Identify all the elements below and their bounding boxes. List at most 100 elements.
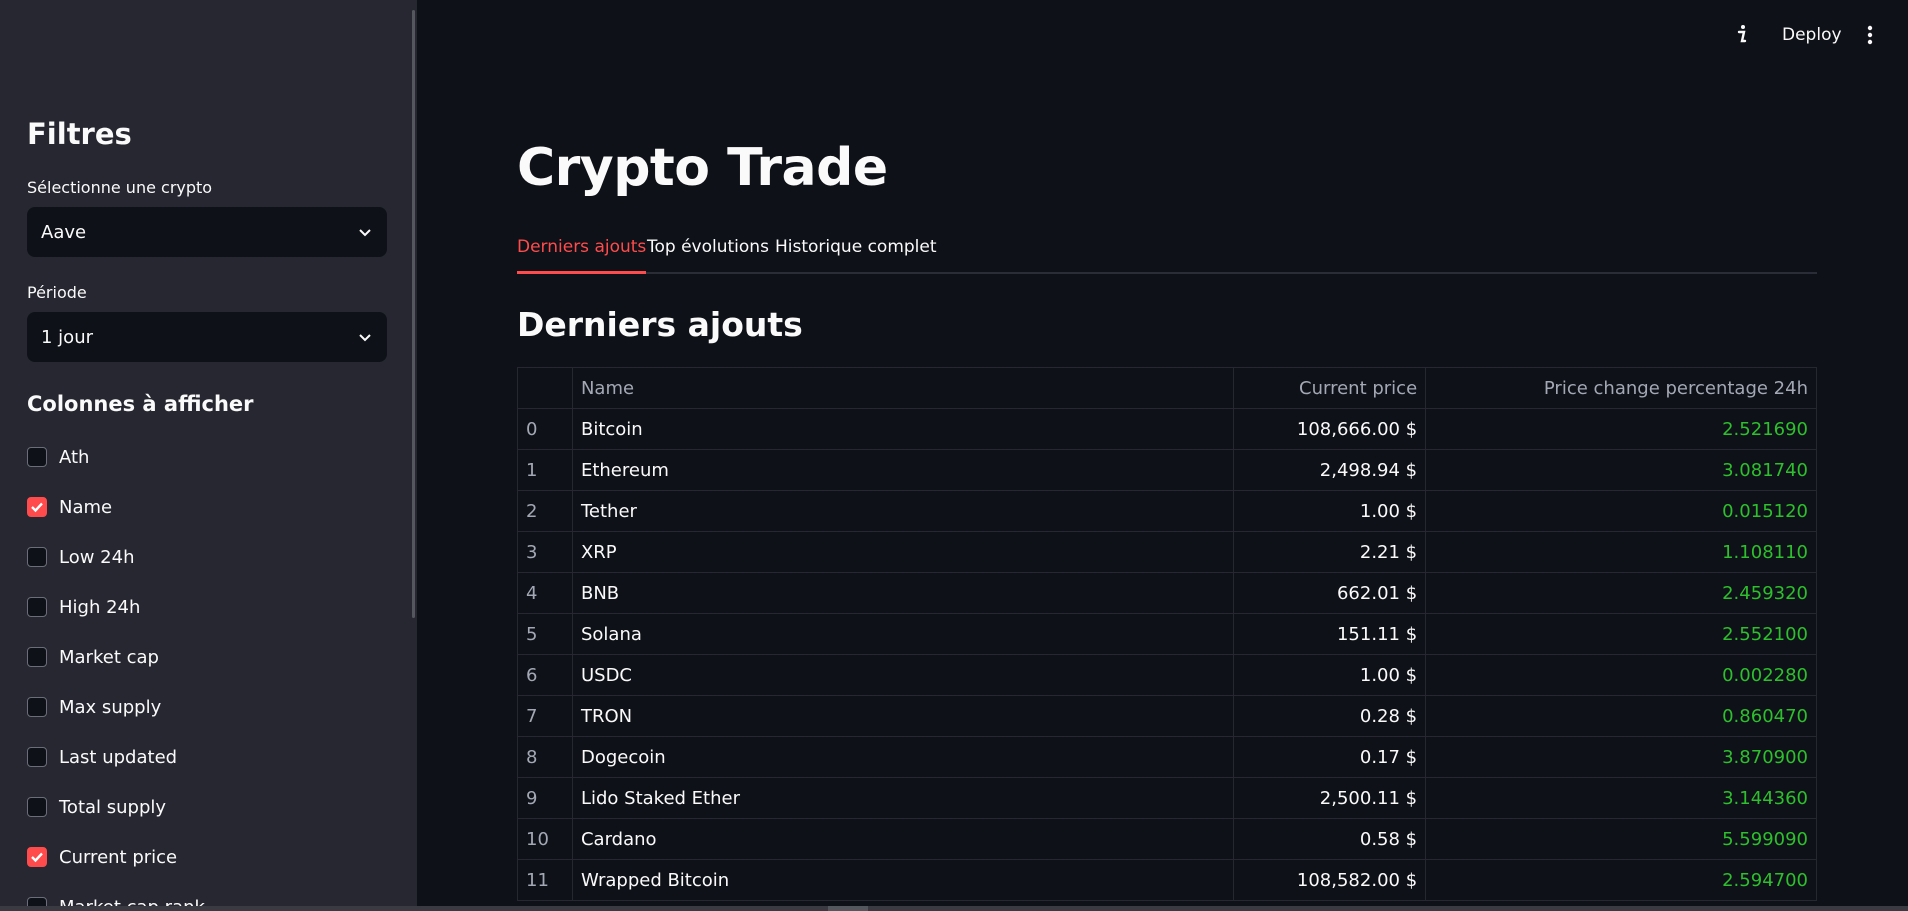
deploy-button[interactable]: Deploy (1782, 25, 1842, 45)
table-row[interactable]: 1 Ethereum 2,498.94 $3.081740 (517, 449, 1817, 491)
cell-index[interactable]: 5 (517, 613, 573, 655)
checkbox[interactable] (27, 547, 47, 567)
checkbox[interactable] (27, 447, 47, 467)
checkbox[interactable] (27, 497, 47, 517)
column-checkbox-row[interactable]: Market cap (27, 642, 159, 672)
cell-name[interactable]: Dogecoin (571, 736, 1235, 778)
cell-price-change[interactable]: 2.552100 (1425, 613, 1817, 655)
columns-title: Colonnes à afficher (27, 392, 254, 416)
table-row[interactable]: 11 Wrapped Bitcoin 108,582.00 $2.594700 (517, 859, 1817, 901)
cell-index[interactable]: 6 (517, 654, 573, 696)
cell-name[interactable]: Bitcoin (571, 408, 1235, 450)
cell-price-change[interactable]: 0.015120 (1425, 490, 1817, 532)
column-checkbox-row[interactable]: Low 24h (27, 542, 134, 572)
cell-name[interactable]: Cardano (571, 818, 1235, 860)
table-row[interactable]: 4 BNB 662.01 $2.459320 (517, 572, 1817, 614)
tab-top-evolutions[interactable]: Top évolutions (647, 237, 769, 274)
cell-current-price[interactable]: 662.01 $ (1233, 572, 1427, 614)
cell-price-change[interactable]: 3.081740 (1425, 449, 1817, 491)
cell-name[interactable]: Tether (571, 490, 1235, 532)
cell-name[interactable]: TRON (571, 695, 1235, 737)
cell-current-price[interactable]: 108,666.00 $ (1233, 408, 1427, 450)
more-vert-icon[interactable] (1860, 24, 1880, 46)
column-checkbox-row[interactable]: Market cap rank (27, 892, 205, 906)
tab-historique-complet[interactable]: Historique complet (775, 237, 937, 274)
table-row[interactable]: 5 Solana 151.11 $2.552100 (517, 613, 1817, 655)
cell-current-price[interactable]: 2,498.94 $ (1233, 449, 1427, 491)
cell-index[interactable]: 11 (517, 859, 573, 901)
cell-current-price[interactable]: 151.11 $ (1233, 613, 1427, 655)
cell-current-price[interactable]: 2,500.11 $ (1233, 777, 1427, 819)
checkbox[interactable] (27, 847, 47, 867)
table-row[interactable]: 2 Tether 1.00 $0.015120 (517, 490, 1817, 532)
checkbox-label: Total supply (59, 796, 167, 818)
cell-name[interactable]: Solana (571, 613, 1235, 655)
cell-current-price[interactable]: 1.00 $ (1233, 654, 1427, 696)
column-header-price-change[interactable]: Price change percentage 24h (1425, 367, 1817, 409)
cell-price-change[interactable]: 2.594700 (1425, 859, 1817, 901)
tab-derniers-ajouts[interactable]: Derniers ajouts (517, 237, 647, 274)
checkbox[interactable] (27, 897, 47, 906)
cell-name[interactable]: BNB (571, 572, 1235, 614)
cell-name[interactable]: Lido Staked Ether (571, 777, 1235, 819)
column-checkbox-row[interactable]: Max supply (27, 692, 161, 722)
table-row[interactable]: 9 Lido Staked Ether 2,500.11 $3.144360 (517, 777, 1817, 819)
cell-index[interactable]: 10 (517, 818, 573, 860)
column-checkbox-row[interactable]: Current price (27, 842, 177, 872)
cell-name[interactable]: Ethereum (571, 449, 1235, 491)
checkbox[interactable] (27, 697, 47, 717)
cell-current-price[interactable]: 108,582.00 $ (1233, 859, 1427, 901)
check-icon (31, 502, 43, 513)
column-header-index[interactable] (517, 367, 573, 409)
cell-current-price[interactable]: 2.21 $ (1233, 531, 1427, 573)
crypto-select[interactable]: Aave (27, 207, 387, 257)
table-row[interactable]: 6 USDC 1.00 $0.002280 (517, 654, 1817, 696)
column-header-name[interactable]: Name (571, 367, 1235, 409)
table-row[interactable]: 0 Bitcoin 108,666.00 $2.521690 (517, 408, 1817, 450)
column-header-current-price[interactable]: Current price (1233, 367, 1427, 409)
cell-name[interactable]: Wrapped Bitcoin (571, 859, 1235, 901)
cell-price-change[interactable]: 2.459320 (1425, 572, 1817, 614)
sidebar-scrollbar[interactable] (412, 10, 415, 618)
column-checkbox-row[interactable]: Total supply (27, 792, 166, 822)
cell-price-change[interactable]: 0.002280 (1425, 654, 1817, 696)
column-checkbox-row[interactable]: Name (27, 492, 112, 522)
cell-name[interactable]: USDC (571, 654, 1235, 696)
cell-name[interactable]: XRP (571, 531, 1235, 573)
section-title: Derniers ajouts (517, 305, 803, 344)
cell-price-change[interactable]: 5.599090 (1425, 818, 1817, 860)
period-select[interactable]: 1 jour (27, 312, 387, 362)
column-checkbox-row[interactable]: High 24h (27, 592, 140, 622)
cell-price-change[interactable]: 0.860470 (1425, 695, 1817, 737)
table-row[interactable]: 10 Cardano 0.58 $5.599090 (517, 818, 1817, 860)
data-table[interactable]: Name Current price Price change percenta… (517, 367, 1817, 901)
checkbox[interactable] (27, 797, 47, 817)
table-row[interactable]: 3 XRP 2.21 $1.108110 (517, 531, 1817, 573)
cell-index[interactable]: 0 (517, 408, 573, 450)
cell-current-price[interactable]: 0.17 $ (1233, 736, 1427, 778)
cell-index[interactable]: 1 (517, 449, 573, 491)
checkbox[interactable] (27, 597, 47, 617)
column-checkbox-row[interactable]: Ath (27, 442, 89, 472)
period-select-label: Période (27, 283, 87, 302)
horizontal-scrollbar-thumb[interactable] (828, 906, 868, 911)
table-row[interactable]: 8 Dogecoin 0.17 $3.870900 (517, 736, 1817, 778)
table-row[interactable]: 7 TRON 0.28 $0.860470 (517, 695, 1817, 737)
cell-index[interactable]: 3 (517, 531, 573, 573)
cell-index[interactable]: 7 (517, 695, 573, 737)
cell-price-change[interactable]: 2.521690 (1425, 408, 1817, 450)
cell-price-change[interactable]: 1.108110 (1425, 531, 1817, 573)
cell-index[interactable]: 8 (517, 736, 573, 778)
cell-price-change[interactable]: 3.144360 (1425, 777, 1817, 819)
cell-price-change[interactable]: 3.870900 (1425, 736, 1817, 778)
checkbox[interactable] (27, 647, 47, 667)
cell-current-price[interactable]: 1.00 $ (1233, 490, 1427, 532)
checkbox[interactable] (27, 747, 47, 767)
cell-index[interactable]: 4 (517, 572, 573, 614)
info-icon[interactable] (1730, 22, 1754, 46)
column-checkbox-row[interactable]: Last updated (27, 742, 177, 772)
cell-current-price[interactable]: 0.58 $ (1233, 818, 1427, 860)
cell-current-price[interactable]: 0.28 $ (1233, 695, 1427, 737)
cell-index[interactable]: 2 (517, 490, 573, 532)
cell-index[interactable]: 9 (517, 777, 573, 819)
